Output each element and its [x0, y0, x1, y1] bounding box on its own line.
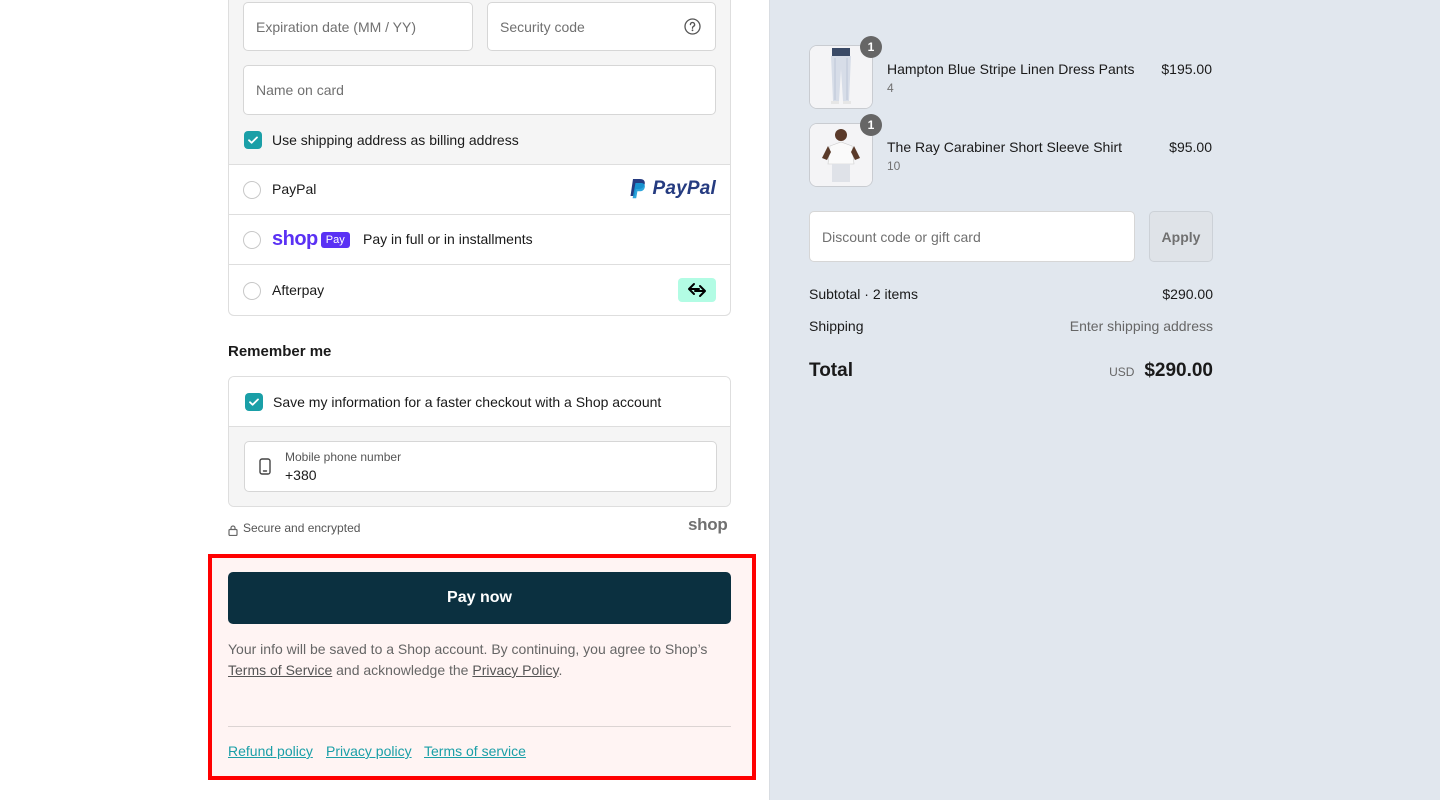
shirt-model-image: [810, 124, 872, 186]
subtotal-value: $290.00: [1162, 286, 1213, 302]
payment-options-list: PayPal PayPal shop Pay Pay in full or in…: [228, 164, 731, 316]
security-code-placeholder: Security code: [500, 18, 585, 35]
item-price: $95.00: [1169, 139, 1212, 155]
phone-field-value: +380: [285, 467, 317, 483]
billing-address-checkbox[interactable]: [244, 131, 262, 149]
paypal-radio[interactable]: [243, 181, 261, 199]
phone-section: Mobile phone number +380: [229, 427, 730, 506]
phone-icon: [259, 458, 271, 478]
checkout-main-panel: Expiration date (MM / YY) Security code …: [0, 0, 769, 800]
checkmark-icon: [249, 398, 259, 406]
help-icon[interactable]: [684, 18, 701, 35]
shop-pay-badge: Pay: [320, 231, 350, 248]
pants-image: [810, 46, 872, 108]
item-name: The Ray Carabiner Short Sleeve Shirt: [887, 139, 1122, 155]
shipping-row: Shipping Enter shipping address: [809, 318, 1213, 334]
total-label: Total: [809, 360, 853, 381]
product-thumbnail-shirt: 1: [809, 114, 882, 187]
payment-option-shop-pay[interactable]: shop Pay Pay in full or in installments: [229, 214, 730, 264]
payment-option-paypal[interactable]: PayPal PayPal: [229, 164, 730, 214]
save-info-label: Save my information for a faster checkou…: [273, 394, 662, 410]
remember-me-box: Save my information for a faster checkou…: [228, 376, 731, 507]
afterpay-radio[interactable]: [243, 282, 261, 300]
legal-notice: Your info will be saved to a Shop accoun…: [228, 639, 731, 681]
shipping-label: Shipping: [809, 318, 864, 334]
shop-wordmark: shop: [272, 228, 318, 250]
legal-text-2: and acknowledge the: [336, 662, 469, 678]
discount-code-input[interactable]: Discount code or gift card: [809, 211, 1135, 262]
name-on-card-placeholder: Name on card: [256, 82, 344, 98]
expiration-date-field[interactable]: Expiration date (MM / YY): [243, 2, 473, 51]
billing-address-label: Use shipping address as billing address: [272, 132, 519, 148]
quantity-badge: 1: [860, 114, 882, 136]
shop-privacy-link[interactable]: Privacy Policy: [472, 662, 558, 678]
shipping-value: Enter shipping address: [1069, 318, 1213, 334]
mobile-phone-field[interactable]: Mobile phone number +380: [244, 441, 717, 492]
privacy-policy-link[interactable]: Privacy policy: [326, 743, 412, 759]
save-info-row: Save my information for a faster checkou…: [229, 377, 730, 427]
quantity-badge: 1: [860, 36, 882, 58]
product-thumbnail-pants: 1: [809, 36, 882, 109]
terms-of-service-link[interactable]: Terms of service: [424, 743, 526, 759]
apply-discount-button[interactable]: Apply: [1149, 211, 1213, 262]
currency-code: USD: [1109, 365, 1135, 379]
refund-policy-link[interactable]: Refund policy: [228, 743, 313, 759]
remember-me-title: Remember me: [228, 343, 332, 360]
total-amount: USD $290.00: [1109, 360, 1213, 382]
paypal-logo: PayPal: [628, 178, 716, 200]
legal-text-3: .: [558, 662, 563, 678]
item-variant: 10: [887, 159, 901, 173]
shop-terms-link[interactable]: Terms of Service: [228, 662, 332, 678]
discount-code-placeholder: Discount code or gift card: [822, 228, 981, 245]
item-name: Hampton Blue Stripe Linen Dress Pants: [887, 61, 1135, 77]
expiration-date-placeholder: Expiration date (MM / YY): [256, 18, 417, 35]
afterpay-logo-icon: [678, 278, 716, 302]
shop-pay-logo: shop Pay: [272, 228, 350, 251]
shop-pay-radio[interactable]: [243, 231, 261, 249]
total-row: Total USD $290.00: [809, 360, 1213, 382]
phone-field-label: Mobile phone number: [285, 450, 402, 464]
legal-text-1: Your info will be saved to a Shop accoun…: [228, 641, 708, 657]
save-info-checkbox[interactable]: [245, 393, 263, 411]
footer-divider: [228, 726, 731, 727]
paypal-label: PayPal: [272, 181, 317, 197]
order-summary-panel: 1 Hampton Blue Stripe Linen Dress Pants …: [769, 0, 1440, 800]
payment-option-afterpay[interactable]: Afterpay: [229, 264, 730, 315]
secure-encrypted-text: Secure and encrypted: [243, 521, 361, 535]
paypal-wordmark: PayPal: [652, 178, 716, 199]
paypal-p-icon: [630, 179, 646, 199]
security-code-field[interactable]: Security code: [487, 2, 716, 51]
total-value: $290.00: [1144, 360, 1213, 381]
shop-logo: shop: [688, 515, 728, 534]
item-price: $195.00: [1161, 61, 1212, 77]
subtotal-label: Subtotal · 2 items: [809, 286, 918, 302]
name-on-card-field[interactable]: Name on card: [243, 65, 716, 115]
pay-now-button[interactable]: Pay now: [228, 572, 731, 624]
afterpay-label: Afterpay: [272, 282, 325, 298]
lock-icon: [228, 523, 238, 541]
shop-pay-label: Pay in full or in installments: [363, 231, 533, 247]
subtotal-row: Subtotal · 2 items $290.00: [809, 286, 1213, 302]
checkmark-icon: [248, 136, 258, 144]
item-variant: 4: [887, 81, 894, 95]
